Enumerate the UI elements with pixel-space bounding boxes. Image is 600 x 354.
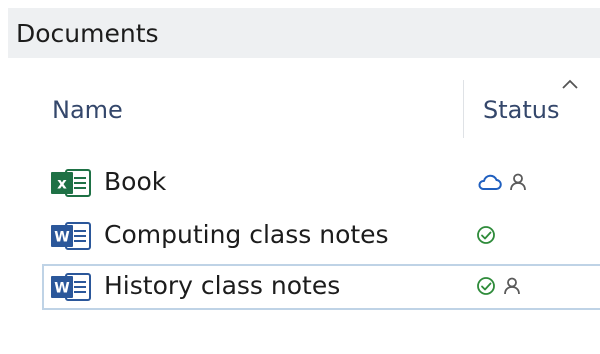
- svg-text:W: W: [54, 230, 69, 246]
- word-file-icon: W: [51, 273, 91, 301]
- file-row-history-class-notes[interactable]: W History class notes: [42, 264, 600, 310]
- file-name: Book: [104, 167, 167, 196]
- person-icon: [510, 173, 526, 191]
- svg-text:x: x: [57, 175, 67, 193]
- file-name: Computing class notes: [104, 220, 389, 249]
- folder-title-bar: Documents: [8, 8, 600, 58]
- word-file-icon: W: [51, 222, 91, 250]
- file-status: [476, 225, 496, 245]
- svg-text:W: W: [54, 281, 69, 297]
- person-icon: [504, 277, 520, 295]
- chevron-up-icon[interactable]: [560, 78, 580, 90]
- check-circle-icon: [477, 226, 495, 244]
- folder-title: Documents: [16, 18, 159, 48]
- cloud-icon: [478, 174, 502, 190]
- file-name: History class notes: [104, 271, 341, 300]
- column-header-status[interactable]: Status: [483, 96, 559, 124]
- file-row-computing-class-notes[interactable]: W Computing class notes: [42, 213, 600, 259]
- file-status: [476, 172, 528, 192]
- excel-file-icon: x: [51, 169, 91, 197]
- file-row-book[interactable]: x Book: [42, 160, 600, 206]
- column-divider[interactable]: [463, 80, 464, 138]
- column-header-row: Name Status: [48, 78, 600, 140]
- file-status: [476, 276, 522, 296]
- check-circle-icon: [477, 277, 495, 295]
- column-header-name[interactable]: Name: [52, 96, 123, 124]
- documents-window: Documents Name Status x Book W Computing…: [0, 0, 600, 354]
